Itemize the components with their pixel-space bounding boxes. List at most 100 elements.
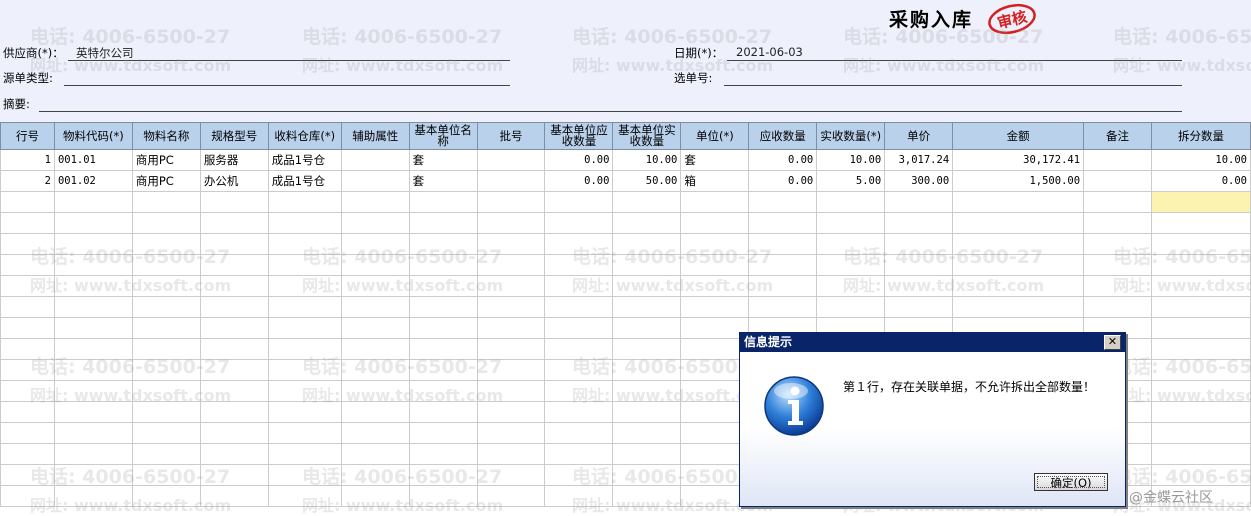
table-cell[interactable] (1150, 233, 1251, 255)
table-cell[interactable] (267, 296, 342, 318)
table-cell[interactable] (544, 485, 614, 507)
table-cell[interactable]: 300.00 (884, 170, 954, 192)
table-cell[interactable] (952, 212, 1085, 234)
table-row[interactable] (0, 233, 1251, 255)
table-cell[interactable] (952, 191, 1085, 213)
table-cell[interactable] (544, 296, 614, 318)
table-cell[interactable] (612, 275, 682, 297)
table-cell[interactable] (53, 212, 133, 234)
table-cell[interactable] (476, 317, 546, 339)
column-header[interactable]: 收料仓库(*) (267, 122, 342, 150)
table-cell[interactable] (340, 149, 410, 171)
table-cell[interactable] (0, 254, 55, 276)
table-cell[interactable]: 2 (0, 170, 55, 192)
table-cell[interactable] (476, 443, 546, 465)
table-cell[interactable] (544, 443, 614, 465)
column-header[interactable]: 辅助属性 (340, 122, 410, 150)
table-cell[interactable] (816, 191, 886, 213)
table-cell[interactable] (748, 191, 818, 213)
table-cell[interactable] (544, 338, 614, 360)
table-cell[interactable] (408, 464, 478, 486)
table-cell[interactable] (199, 359, 269, 381)
table-cell[interactable] (340, 254, 410, 276)
table-cell[interactable] (267, 233, 342, 255)
column-header[interactable]: 行号 (0, 122, 55, 150)
table-cell[interactable] (199, 338, 269, 360)
table-cell[interactable]: 001.02 (53, 170, 133, 192)
table-cell[interactable] (952, 233, 1085, 255)
table-cell[interactable] (884, 254, 954, 276)
table-cell[interactable] (0, 464, 55, 486)
table-cell[interactable]: 001.01 (53, 149, 133, 171)
table-cell[interactable] (131, 485, 201, 507)
table-cell[interactable]: 50.00 (612, 170, 682, 192)
table-cell[interactable] (476, 422, 546, 444)
table-cell[interactable] (476, 254, 546, 276)
table-cell[interactable] (952, 275, 1085, 297)
table-cell[interactable] (340, 233, 410, 255)
table-cell[interactable] (476, 191, 546, 213)
table-cell[interactable] (340, 422, 410, 444)
table-cell[interactable] (1083, 191, 1152, 213)
table-cell[interactable] (476, 359, 546, 381)
table-cell[interactable] (1083, 233, 1152, 255)
table-cell[interactable] (131, 317, 201, 339)
table-cell[interactable] (612, 401, 682, 423)
table-cell[interactable] (267, 275, 342, 297)
table-cell[interactable] (748, 233, 818, 255)
table-cell[interactable] (476, 380, 546, 402)
table-cell[interactable] (0, 359, 55, 381)
table-cell[interactable] (1150, 443, 1251, 465)
table-cell[interactable] (199, 233, 269, 255)
table-cell[interactable] (476, 233, 546, 255)
table-cell[interactable] (1150, 212, 1251, 234)
table-cell[interactable] (199, 464, 269, 486)
table-cell[interactable] (199, 443, 269, 465)
ok-button[interactable]: 确定(O) (1034, 473, 1108, 491)
table-cell[interactable] (0, 191, 55, 213)
table-cell[interactable] (408, 296, 478, 318)
table-cell[interactable] (816, 212, 886, 234)
table-cell[interactable]: 0.00 (544, 149, 614, 171)
table-cell[interactable] (131, 401, 201, 423)
table-cell[interactable] (340, 191, 410, 213)
table-cell[interactable] (199, 212, 269, 234)
table-cell[interactable] (267, 422, 342, 444)
table-cell[interactable] (53, 464, 133, 486)
column-header[interactable]: 备注 (1083, 122, 1152, 150)
table-cell[interactable] (408, 485, 478, 507)
table-cell[interactable] (0, 380, 55, 402)
table-cell[interactable] (340, 338, 410, 360)
table-cell[interactable] (612, 338, 682, 360)
table-cell[interactable] (884, 296, 954, 318)
table-cell[interactable] (53, 338, 133, 360)
table-cell[interactable] (131, 212, 201, 234)
table-cell[interactable] (267, 401, 342, 423)
table-cell[interactable] (748, 212, 818, 234)
table-cell[interactable] (884, 275, 954, 297)
table-cell[interactable] (53, 191, 133, 213)
table-cell[interactable] (199, 422, 269, 444)
table-cell[interactable] (1150, 275, 1251, 297)
table-cell[interactable] (0, 233, 55, 255)
table-cell[interactable]: 0.00 (748, 170, 818, 192)
table-row[interactable] (0, 254, 1251, 276)
column-header[interactable]: 拆分数量 (1150, 122, 1251, 150)
table-cell[interactable] (408, 443, 478, 465)
table-cell[interactable] (131, 275, 201, 297)
table-cell[interactable] (612, 233, 682, 255)
date-field[interactable]: 2021-06-03 (736, 45, 803, 59)
table-cell[interactable] (816, 296, 886, 318)
close-button[interactable]: ✕ (1104, 335, 1121, 350)
column-header[interactable]: 批号 (476, 122, 546, 150)
column-header[interactable]: 基本单位实收数量 (612, 122, 682, 150)
table-cell[interactable] (53, 401, 133, 423)
table-cell[interactable]: 1 (0, 149, 55, 171)
table-cell[interactable] (1083, 212, 1152, 234)
table-cell[interactable]: 10.00 (1150, 149, 1251, 171)
table-cell[interactable] (952, 254, 1085, 276)
table-cell[interactable] (408, 422, 478, 444)
table-cell[interactable] (53, 275, 133, 297)
table-cell[interactable] (0, 296, 55, 318)
column-header[interactable]: 物料代码(*) (53, 122, 133, 150)
